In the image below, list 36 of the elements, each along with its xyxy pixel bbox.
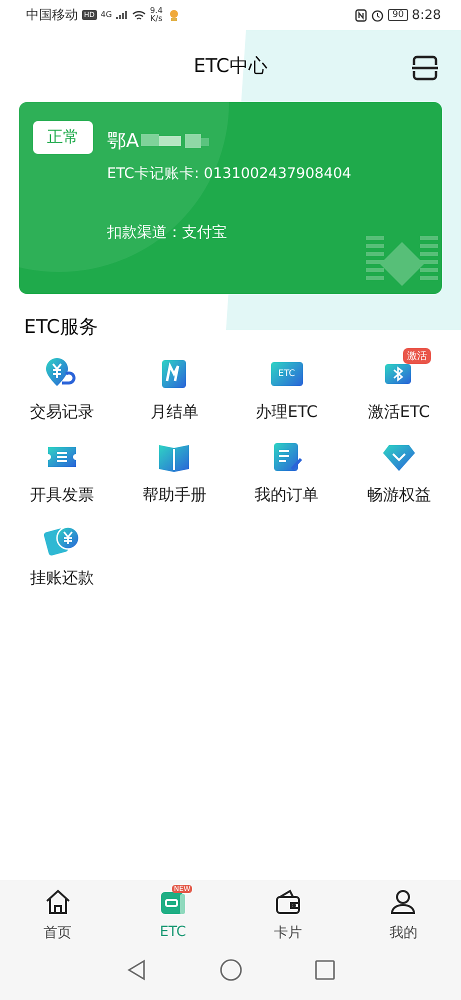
page-title: ETC中心 (194, 54, 268, 79)
service-item[interactable]: 交易记录 (6, 346, 118, 423)
card-number: ETC卡记账卡: 0131002437908404 (107, 165, 352, 183)
service-item[interactable]: 我的订单 (230, 429, 343, 506)
carrier-name: 中国移动 (26, 7, 78, 24)
service-item[interactable]: 挂账还款 (6, 512, 118, 589)
payment-channel: 扣款渠道：支付宝 (107, 223, 228, 242)
nav-tab[interactable]: 我的 (346, 888, 461, 942)
status-badge: 激活 (402, 348, 431, 364)
nav-tab[interactable]: 卡片 (230, 888, 346, 942)
service-item[interactable]: ETC 办理ETC (230, 346, 343, 423)
section-title: ETC服务 (23, 315, 99, 340)
home-icon[interactable] (218, 958, 242, 982)
service-item[interactable]: 月结单 (118, 346, 230, 423)
clock-time: 8:28 (412, 8, 441, 22)
home-icon (44, 888, 72, 916)
status-tag: 正常 (33, 121, 93, 154)
recents-icon[interactable] (312, 958, 336, 982)
nav-tab[interactable]: 首页 (0, 888, 116, 942)
service-item[interactable]: 畅游权益 (342, 429, 455, 506)
signal-icon (116, 10, 128, 20)
service-item[interactable]: 激活 激活ETC (342, 346, 455, 423)
wifi-icon (132, 10, 146, 20)
network-speed: 9.4 K/s (150, 7, 163, 23)
battery-level: 90 (388, 9, 408, 21)
alarm-icon (371, 8, 384, 22)
service-item[interactable]: 帮助手册 (118, 429, 230, 506)
scan-icon[interactable] (411, 54, 439, 82)
wallet-icon (274, 888, 302, 916)
nfc-icon (355, 8, 368, 22)
network-type: 4G (100, 11, 112, 19)
service-item[interactable]: 开具发票 (6, 429, 118, 506)
card-icon: ETC (270, 362, 303, 386)
blurred-mosaic (141, 132, 211, 150)
person-icon (389, 888, 418, 916)
plate-number: 鄂A (107, 128, 139, 154)
